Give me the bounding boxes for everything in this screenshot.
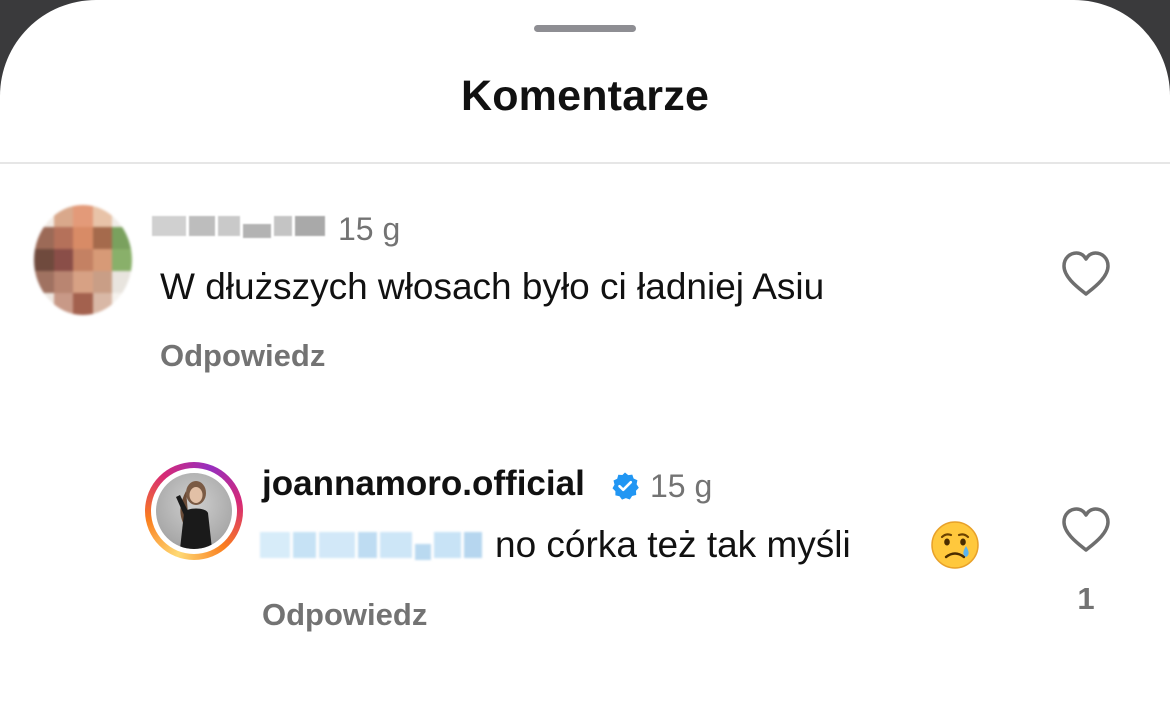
reply-button[interactable]: Odpowiedz [160, 338, 325, 374]
comment-time: 15 g [338, 211, 401, 247]
verified-badge-icon [612, 472, 639, 500]
blurred-username[interactable] [152, 210, 328, 242]
comments-sheet: Komentarze 15 g W dłuższych włosach było… [0, 0, 1170, 720]
reply-button[interactable]: Odpowiedz [262, 597, 427, 633]
crying-face-icon [931, 521, 979, 569]
reply-text: no córka też tak myśli [495, 524, 851, 565]
like-count: 1 [1077, 581, 1095, 616]
avatar[interactable] [34, 205, 132, 315]
person-silhouette-icon [176, 481, 212, 549]
story-ring-avatar[interactable] [145, 462, 243, 560]
reply-time: 15 g [650, 468, 713, 504]
profile-photo [156, 473, 232, 549]
like-heart-icon[interactable] [1060, 250, 1112, 298]
header-divider [0, 162, 1170, 164]
reply-username[interactable]: joannamoro.official [262, 464, 585, 504]
blurred-mention[interactable] [260, 525, 482, 565]
sheet-grabber[interactable] [534, 25, 636, 32]
like-heart-icon[interactable] [1060, 506, 1112, 554]
comment-text: W dłuższych włosach było ci ładniej Asiu [160, 266, 825, 307]
sheet-title: Komentarze [460, 72, 710, 120]
